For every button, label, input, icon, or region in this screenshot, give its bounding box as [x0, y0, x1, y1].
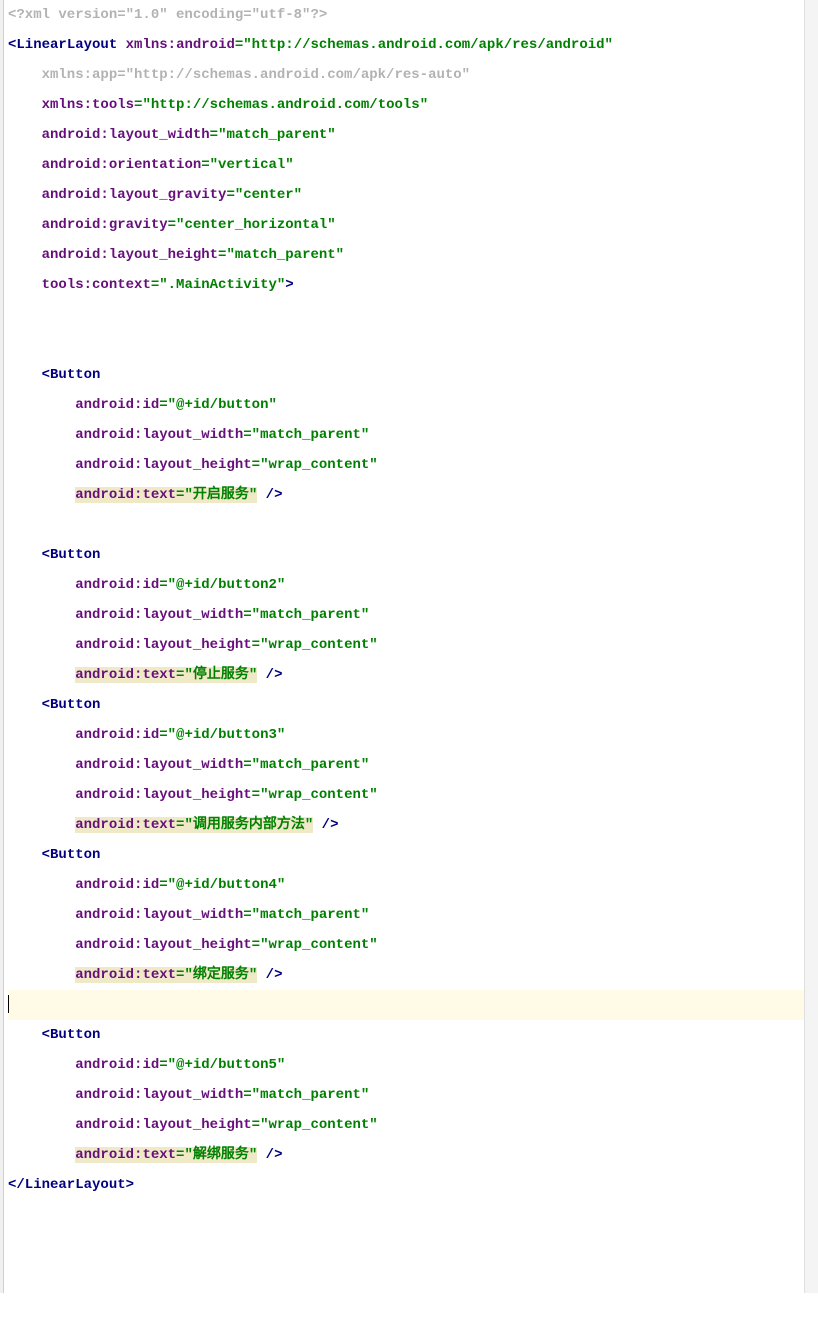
root-attr: android:layout_height="match_parent": [8, 240, 810, 270]
button-attr: android:layout_width="match_parent": [8, 420, 810, 450]
button-attr: android:layout_width="match_parent": [8, 900, 810, 930]
button-attr: android:layout_width="match_parent": [8, 600, 810, 630]
code-editor[interactable]: <?xml version="1.0" encoding="utf-8"?><L…: [0, 0, 818, 1320]
button-attr: android:id="@+id/button4": [8, 870, 810, 900]
scrollbar[interactable]: [804, 0, 818, 1293]
root-attr: android:orientation="vertical": [8, 150, 810, 180]
button-attr: android:layout_width="match_parent": [8, 750, 810, 780]
button-attr: android:layout_height="wrap_content": [8, 450, 810, 480]
root-attr: tools:context=".MainActivity">: [8, 270, 810, 300]
button-attr: android:layout_width="match_parent": [8, 1080, 810, 1110]
button-attr: android:text="解绑服务" />: [8, 1140, 810, 1170]
root-attr: android:layout_gravity="center": [8, 180, 810, 210]
button-open: <Button: [8, 690, 810, 720]
button-attr: android:id="@+id/button": [8, 390, 810, 420]
root-attr: android:layout_width="match_parent": [8, 120, 810, 150]
button-attr: android:text="调用服务内部方法" />: [8, 810, 810, 840]
root-open: <LinearLayout xmlns:android="http://sche…: [8, 30, 810, 60]
gutter: [0, 0, 4, 1293]
button-open: <Button: [8, 840, 810, 870]
button-open: <Button: [8, 360, 810, 390]
button-attr: android:id="@+id/button5": [8, 1050, 810, 1080]
button-attr: android:layout_height="wrap_content": [8, 930, 810, 960]
button-attr: android:id="@+id/button2": [8, 570, 810, 600]
button-attr: android:layout_height="wrap_content": [8, 780, 810, 810]
root-attr: xmlns:app="http://schemas.android.com/ap…: [8, 60, 810, 90]
button-attr: android:layout_height="wrap_content": [8, 630, 810, 660]
root-close: </LinearLayout>: [8, 1170, 810, 1200]
button-open: <Button: [8, 540, 810, 570]
button-open: <Button: [8, 1020, 810, 1050]
root-attr: android:gravity="center_horizontal": [8, 210, 810, 240]
button-attr: android:text="开启服务" />: [8, 480, 810, 510]
button-attr: android:layout_height="wrap_content": [8, 1110, 810, 1140]
button-attr: android:id="@+id/button3": [8, 720, 810, 750]
button-attr: android:text="停止服务" />: [8, 660, 810, 690]
cursor-line: [8, 990, 810, 1020]
button-attr: android:text="绑定服务" />: [8, 960, 810, 990]
root-attr: xmlns:tools="http://schemas.android.com/…: [8, 90, 810, 120]
